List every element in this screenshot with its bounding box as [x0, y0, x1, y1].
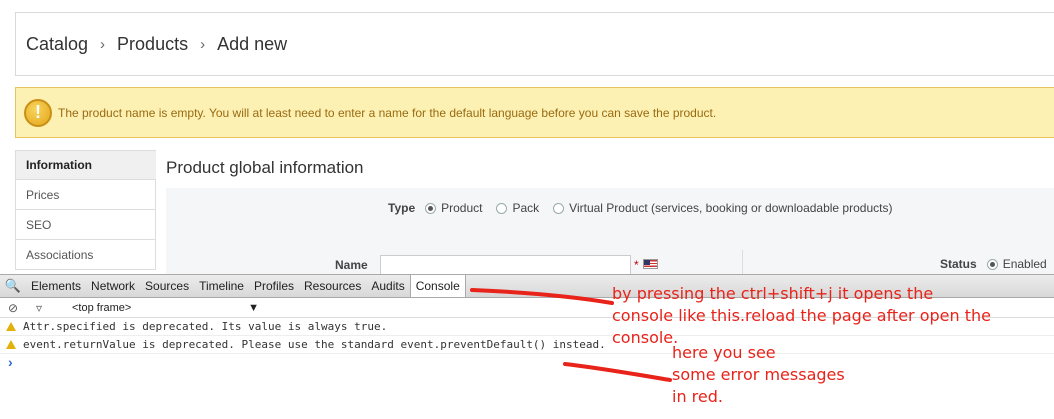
annotation-errors: here you see some error messages in red. — [672, 342, 845, 408]
annotation-errors-line2: some error messages — [672, 365, 845, 384]
annotation-arrow-console — [470, 288, 614, 305]
annotation-errors-line1: here you see — [672, 343, 776, 362]
annotation-console-line1: by pressing the ctrl+shift+j it opens th… — [612, 284, 934, 303]
annotation-console: by pressing the ctrl+shift+j it opens th… — [612, 283, 1054, 349]
annotation-arrow-errors — [563, 362, 672, 382]
annotation-errors-line3: in red. — [672, 387, 723, 406]
annotation-arrows — [470, 288, 672, 382]
